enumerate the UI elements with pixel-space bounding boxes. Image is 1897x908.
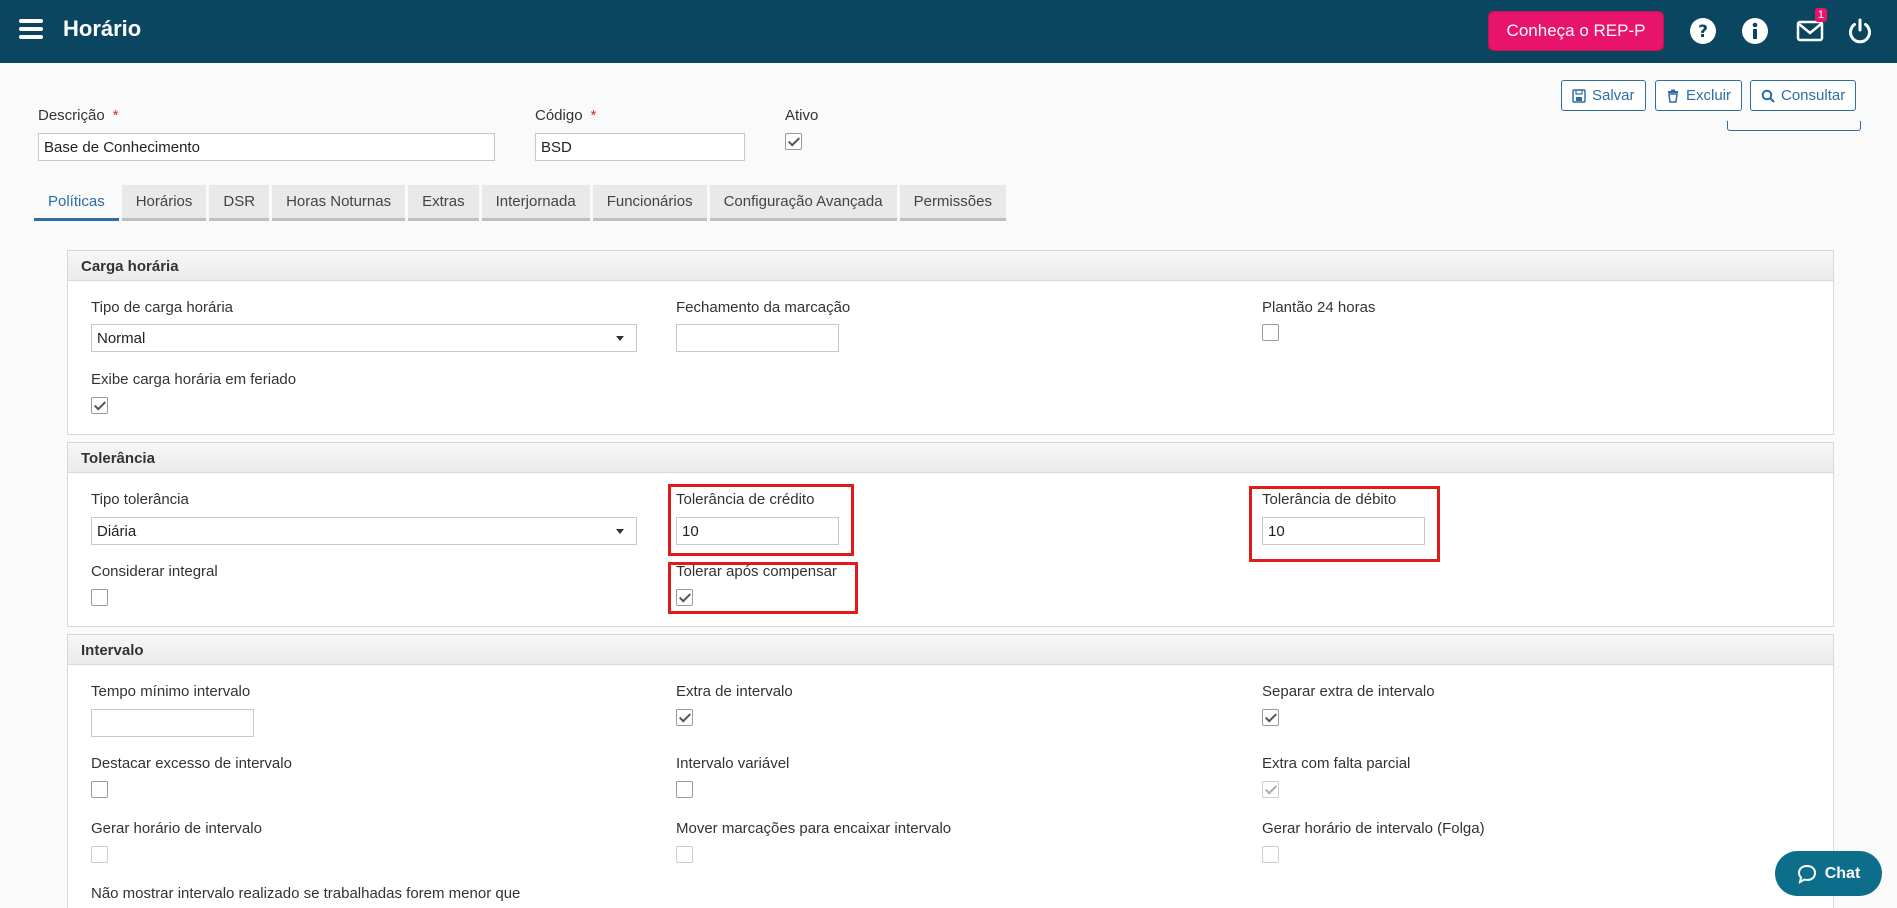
fechamento-input[interactable] xyxy=(676,324,839,352)
query-label: Consultar xyxy=(1781,87,1846,104)
tipo-tolerancia-value: Diária xyxy=(97,523,137,540)
search-icon xyxy=(1761,89,1775,103)
extra-falta-parcial-label: Extra com falta parcial xyxy=(1262,755,1411,772)
tempo-minimo-label: Tempo mínimo intervalo xyxy=(91,683,251,700)
codigo-input[interactable] xyxy=(535,133,745,161)
chat-label: Chat xyxy=(1824,864,1861,882)
intervalo-title: Intervalo xyxy=(68,635,1833,665)
tab-dsr[interactable]: DSR xyxy=(209,185,270,221)
highlight-tolerancia-debito xyxy=(1249,486,1440,562)
tab-extras[interactable]: Extras xyxy=(408,185,479,221)
tab-permissoes[interactable]: Permissões xyxy=(899,185,1006,221)
tab-horas-noturnas[interactable]: Horas Noturnas xyxy=(272,185,406,221)
gerar-folga-checkbox[interactable] xyxy=(1262,846,1279,863)
save-button[interactable]: Salvar xyxy=(1561,80,1646,111)
tempo-minimo-input[interactable] xyxy=(91,709,254,737)
tab-interjornada[interactable]: Interjornada xyxy=(481,185,590,221)
tab-bar: Políticas Horários DSR Horas Noturnas Ex… xyxy=(34,185,1006,221)
plantao-label: Plantão 24 horas xyxy=(1262,299,1376,316)
chat-icon xyxy=(1797,864,1816,884)
plantao-checkbox[interactable] xyxy=(1262,324,1279,341)
mail-badge: 1 xyxy=(1814,8,1827,22)
power-icon[interactable] xyxy=(1846,17,1874,45)
query-button[interactable]: Consultar xyxy=(1750,80,1857,111)
intervalo-panel: Intervalo Tempo mínimo intervalo Extra d… xyxy=(67,634,1834,908)
tab-funcionarios[interactable]: Funcionários xyxy=(592,185,707,221)
tipo-carga-label: Tipo de carga horária xyxy=(91,299,234,316)
mail-icon[interactable]: 1 xyxy=(1796,8,1827,45)
intervalo-variavel-label: Intervalo variável xyxy=(676,755,790,772)
highlight-tolerar-compensar xyxy=(668,562,858,614)
gerar-horario-checkbox[interactable] xyxy=(91,846,108,863)
chevron-down-icon xyxy=(616,529,624,534)
descricao-label: Descrição * xyxy=(38,107,119,124)
considerar-integral-checkbox[interactable] xyxy=(91,589,108,606)
gerar-horario-label: Gerar horário de intervalo xyxy=(91,820,262,837)
save-icon xyxy=(1572,88,1586,103)
descricao-input[interactable] xyxy=(38,133,495,161)
fechamento-label: Fechamento da marcação xyxy=(676,299,851,316)
separar-extra-label: Separar extra de intervalo xyxy=(1262,683,1435,700)
carga-horaria-panel: Carga horária Tipo de carga horária Norm… xyxy=(67,250,1834,435)
ativo-label: Ativo xyxy=(785,107,819,124)
considerar-integral-label: Considerar integral xyxy=(91,563,218,580)
chat-button[interactable]: Chat xyxy=(1775,851,1882,896)
trash-icon xyxy=(1668,89,1678,103)
menu-icon[interactable] xyxy=(19,19,43,39)
gerar-folga-label: Gerar horário de intervalo (Folga) xyxy=(1262,820,1485,837)
tipo-tolerancia-label: Tipo tolerância xyxy=(91,491,189,508)
destacar-excesso-checkbox[interactable] xyxy=(91,781,108,798)
top-bar: Horário Conheça o REP-P ? 1 xyxy=(0,0,1897,63)
page-title: Horário xyxy=(63,16,142,41)
destacar-excesso-label: Destacar excesso de intervalo xyxy=(91,755,292,772)
ativo-checkbox[interactable] xyxy=(785,133,802,150)
toolbar-overflow-edge xyxy=(1727,121,1861,131)
nao-mostrar-label: Não mostrar intervalo realizado se traba… xyxy=(91,885,521,902)
delete-label: Excluir xyxy=(1686,87,1732,104)
extra-falta-parcial-checkbox[interactable] xyxy=(1262,781,1279,798)
tab-configuracao-avancada[interactable]: Configuração Avançada xyxy=(709,185,897,221)
mover-marcacoes-label: Mover marcações para encaixar intervalo xyxy=(676,820,952,837)
extra-intervalo-label: Extra de intervalo xyxy=(676,683,793,700)
extra-intervalo-checkbox[interactable] xyxy=(676,709,693,726)
help-icon[interactable]: ? xyxy=(1689,17,1717,45)
chevron-down-icon xyxy=(616,336,624,341)
mover-marcacoes-checkbox[interactable] xyxy=(676,846,693,863)
tolerancia-title: Tolerância xyxy=(68,443,1833,473)
tab-politicas[interactable]: Políticas xyxy=(34,185,119,221)
save-label: Salvar xyxy=(1592,87,1635,104)
svg-text:?: ? xyxy=(1698,22,1708,42)
tab-horarios[interactable]: Horários xyxy=(121,185,207,221)
tipo-carga-select[interactable]: Normal xyxy=(91,324,637,352)
exibe-feriado-label: Exibe carga horária em feriado xyxy=(91,371,297,388)
separar-extra-checkbox[interactable] xyxy=(1262,709,1279,726)
tolerancia-panel: Tolerância Tipo tolerância Diária Tolerâ… xyxy=(67,442,1834,627)
highlight-tolerancia-credito xyxy=(668,484,854,556)
exibe-feriado-checkbox[interactable] xyxy=(91,397,108,414)
info-icon[interactable] xyxy=(1741,17,1769,45)
tipo-carga-value: Normal xyxy=(97,330,146,347)
intervalo-variavel-checkbox[interactable] xyxy=(676,781,693,798)
carga-horaria-title: Carga horária xyxy=(68,251,1833,281)
rep-p-button[interactable]: Conheça o REP-P xyxy=(1488,11,1664,51)
tipo-tolerancia-select[interactable]: Diária xyxy=(91,517,637,545)
codigo-label: Código * xyxy=(535,107,597,124)
delete-button[interactable]: Excluir xyxy=(1655,80,1743,111)
